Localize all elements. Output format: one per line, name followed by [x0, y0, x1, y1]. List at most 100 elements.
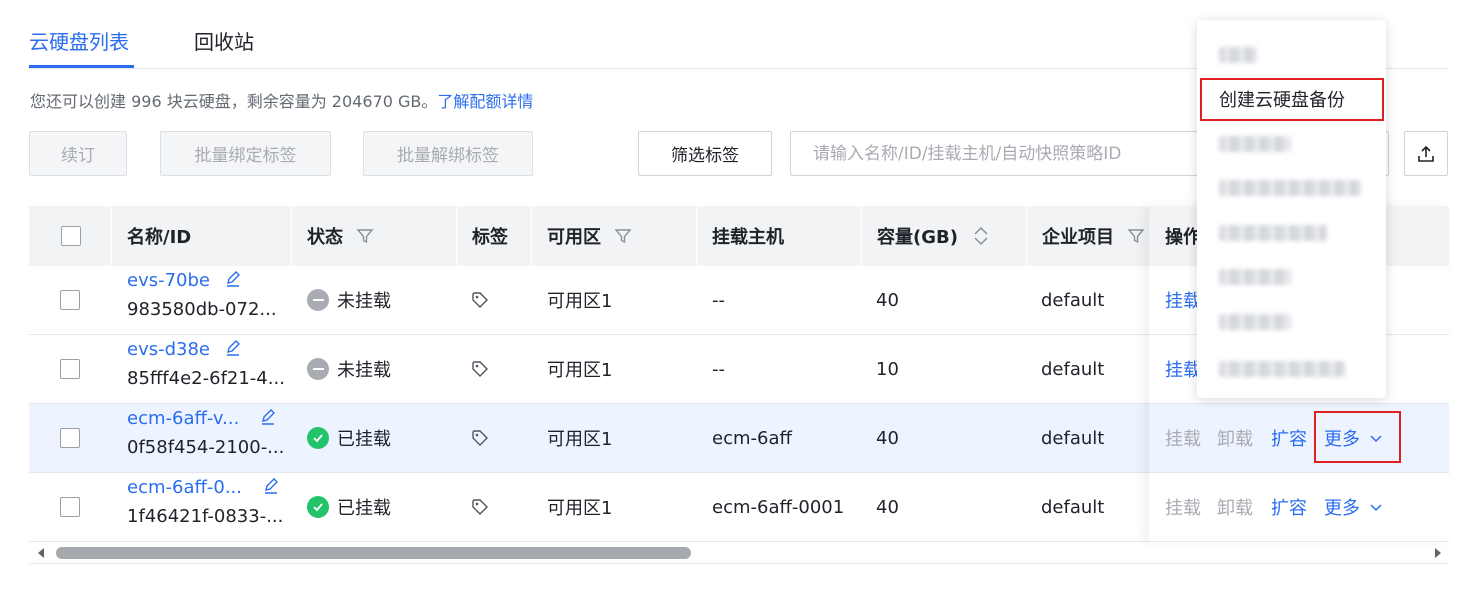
highlight-box-create-backup [1200, 78, 1384, 121]
expand-link[interactable]: 扩容 [1271, 473, 1307, 541]
tag-icon[interactable] [471, 498, 489, 516]
status-text: 已挂载 [337, 498, 391, 519]
detached-status-icon [307, 289, 329, 311]
header-project: 企业项目 [1027, 206, 1149, 266]
tab-recycle-bin[interactable]: 回收站 [194, 26, 254, 55]
header-status-label: 状态 [307, 227, 343, 248]
more-label[interactable]: 更多 [1324, 494, 1360, 520]
redacted-text [1219, 225, 1327, 241]
redacted-text [1219, 180, 1361, 196]
select-all-checkbox[interactable] [60, 226, 81, 246]
header-zone: 可用区 [532, 206, 697, 266]
disk-id: 85fff4e2-6f21-4... [127, 368, 285, 389]
capacity: 10 [876, 358, 899, 380]
dropdown-item-redacted[interactable] [1197, 255, 1386, 299]
status-cell: 未挂载 [307, 335, 391, 403]
disk-name-link[interactable]: evs-d38e [127, 339, 242, 360]
attach-link[interactable]: 挂载 [1165, 266, 1201, 334]
status-cell: 未挂载 [307, 266, 391, 334]
quota-text: 您还可以创建 996 块云硬盘，剩余容量为 204670 GB。 [30, 92, 438, 111]
horizontal-scrollbar[interactable] [29, 543, 1449, 564]
export-icon [1418, 145, 1434, 162]
edit-icon[interactable] [224, 339, 242, 357]
host: ecm-6aff [712, 427, 792, 449]
dropdown-item-redacted[interactable] [1197, 33, 1386, 77]
tag-icon[interactable] [471, 429, 489, 447]
status-text: 未挂载 [337, 291, 391, 312]
header-status: 状态 [292, 206, 457, 266]
filter-icon[interactable] [613, 226, 633, 246]
row-checkbox[interactable] [60, 428, 80, 448]
sort-icon[interactable] [972, 225, 990, 247]
host: ecm-6aff-0001 [712, 496, 845, 518]
disk-name-link[interactable]: ecm-6aff-0... [127, 477, 280, 498]
zone: 可用区1 [547, 429, 613, 450]
scrollbar-thumb[interactable] [56, 547, 691, 559]
expand-link[interactable]: 扩容 [1271, 404, 1307, 472]
detach-link[interactable]: 卸载 [1217, 473, 1253, 541]
redacted-text [1219, 47, 1257, 63]
zone: 可用区1 [547, 498, 613, 519]
header-host-label: 挂载主机 [712, 227, 784, 248]
header-tags: 标签 [457, 206, 532, 266]
filter-icon[interactable] [355, 226, 375, 246]
header-zone-label: 可用区 [547, 227, 601, 248]
disk-name[interactable]: evs-d38e [127, 339, 210, 360]
dropdown-item-redacted[interactable] [1197, 347, 1386, 391]
row-checkbox[interactable] [60, 497, 80, 517]
renew-button[interactable]: 续订 [29, 131, 127, 176]
disk-name[interactable]: ecm-6aff-0... [127, 477, 242, 498]
project: default [1041, 289, 1105, 311]
row-checkbox[interactable] [60, 359, 80, 379]
project: default [1041, 427, 1105, 449]
header-name-label: 名称/ID [127, 227, 192, 248]
capacity: 40 [876, 289, 899, 311]
zone: 可用区1 [547, 360, 613, 381]
batch-bind-tags-button[interactable]: 批量绑定标签 [160, 131, 331, 176]
zone: 可用区1 [547, 291, 613, 312]
tab-cloud-disk-list[interactable]: 云硬盘列表 [29, 26, 129, 55]
disk-id: 1f46421f-0833-... [127, 506, 284, 527]
dropdown-item-redacted[interactable] [1197, 166, 1386, 210]
dropdown-item-redacted[interactable] [1197, 300, 1386, 344]
ops-row: 挂载 卸载 扩容 更多 [1149, 404, 1449, 473]
tag-icon[interactable] [471, 360, 489, 378]
scroll-right-icon[interactable] [1432, 546, 1444, 560]
edit-icon[interactable] [224, 270, 242, 288]
disk-name-link[interactable]: evs-70be [127, 270, 242, 291]
attach-link[interactable]: 挂载 [1165, 404, 1201, 472]
redacted-text [1219, 361, 1345, 377]
disk-name[interactable]: evs-70be [127, 270, 210, 291]
status-cell: 已挂载 [307, 404, 391, 472]
header-name: 名称/ID [112, 206, 292, 266]
more-dropdown[interactable]: 更多 [1324, 473, 1383, 541]
disk-name[interactable]: ecm-6aff-v... [127, 408, 239, 429]
row-checkbox[interactable] [60, 290, 80, 310]
more-dropdown-menu: 创建云硬盘备份 [1197, 20, 1386, 398]
edit-icon[interactable] [262, 477, 280, 495]
redacted-text [1219, 136, 1291, 152]
filter-tags-button[interactable]: 筛选标签 [638, 131, 772, 176]
dropdown-item-redacted[interactable] [1197, 122, 1386, 166]
header-select-cell [29, 206, 112, 266]
edit-icon[interactable] [259, 408, 277, 426]
tag-icon[interactable] [471, 291, 489, 309]
quota-details-link[interactable]: 了解配额详情 [437, 92, 533, 111]
header-capacity[interactable]: 容量(GB) [862, 206, 1027, 266]
attach-link[interactable]: 挂载 [1165, 473, 1201, 541]
capacity: 40 [876, 496, 899, 518]
export-button[interactable] [1404, 131, 1448, 176]
header-host: 挂载主机 [697, 206, 862, 266]
disk-name-link[interactable]: ecm-6aff-v... [127, 408, 277, 429]
filter-icon[interactable] [1126, 226, 1146, 246]
attach-link[interactable]: 挂载 [1165, 335, 1201, 403]
scroll-left-icon[interactable] [35, 546, 47, 560]
dropdown-item-redacted[interactable] [1197, 211, 1386, 255]
redacted-text [1219, 314, 1291, 330]
capacity: 40 [876, 427, 899, 449]
attached-status-icon [307, 427, 329, 449]
batch-unbind-tags-button[interactable]: 批量解绑标签 [363, 131, 533, 176]
detach-link[interactable]: 卸载 [1217, 404, 1253, 472]
status-text: 已挂载 [337, 429, 391, 450]
host: -- [712, 358, 725, 380]
